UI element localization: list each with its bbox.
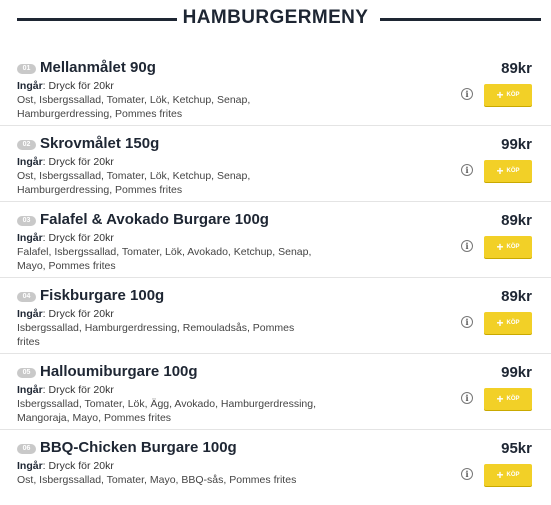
menu-item: 02 Skrovmålet 150g Ingår: Dryck för 20kr… [0, 125, 551, 201]
item-includes: Ingår: Dryck för 20kr [17, 308, 114, 320]
buy-button[interactable]: + KÖP [484, 84, 532, 106]
item-includes: Ingår: Dryck för 20kr [17, 232, 114, 244]
includes-text: : Dryck för 20kr [42, 232, 114, 244]
item-name: Falafel & Avokado Burgare 100g [40, 211, 269, 228]
includes-text: : Dryck för 20kr [42, 80, 114, 92]
buy-button[interactable]: + KÖP [484, 388, 532, 410]
item-includes: Ingår: Dryck för 20kr [17, 460, 114, 472]
buy-button[interactable]: + KÖP [484, 160, 532, 182]
plus-icon: + [496, 468, 504, 482]
buy-label: KÖP [506, 320, 520, 326]
info-icon[interactable]: i [461, 468, 473, 480]
includes-text: : Dryck för 20kr [42, 460, 114, 472]
item-price: 99kr [501, 364, 532, 381]
buy-button[interactable]: + KÖP [484, 464, 532, 486]
item-number-badge: 05 [17, 368, 36, 378]
item-number-badge: 03 [17, 216, 36, 226]
menu-item: 01 Mellanmålet 90g Ingår: Dryck för 20kr… [0, 50, 551, 125]
header-line-right [380, 18, 541, 21]
item-ingredients: Isbergssallad, Hamburgerdressing, Remoul… [17, 322, 295, 348]
item-price: 99kr [501, 136, 532, 153]
plus-icon: + [496, 392, 504, 406]
menu-item: 04 Fiskburgare 100g Ingår: Dryck för 20k… [0, 277, 551, 353]
info-icon[interactable]: i [461, 240, 473, 252]
menu-list: 01 Mellanmålet 90g Ingår: Dryck för 20kr… [0, 50, 551, 505]
item-name: Halloumiburgare 100g [40, 363, 198, 380]
item-price: 89kr [501, 212, 532, 229]
item-price: 89kr [501, 60, 532, 77]
item-ingredients: Ost, Isbergssallad, Tomater, Lök, Ketchu… [17, 94, 251, 120]
plus-icon: + [496, 316, 504, 330]
buy-label: KÖP [506, 92, 520, 98]
item-name: Mellanmålet 90g [40, 59, 156, 76]
item-ingredients: Ost, Isbergssallad, Tomater, Lök, Ketchu… [17, 170, 251, 196]
includes-label: Ingår [17, 232, 43, 244]
item-ingredients: Isbergssallad, Tomater, Lök, Ägg, Avokad… [17, 398, 317, 424]
buy-button[interactable]: + KÖP [484, 312, 532, 334]
info-icon[interactable]: i [461, 392, 473, 404]
item-number-badge: 02 [17, 140, 36, 150]
plus-icon: + [496, 164, 504, 178]
item-name: Fiskburgare 100g [40, 287, 165, 304]
buy-label: KÖP [506, 168, 520, 174]
item-number-badge: 06 [17, 444, 36, 454]
item-number-badge: 01 [17, 64, 36, 74]
includes-label: Ingår [17, 80, 43, 92]
item-includes: Ingår: Dryck för 20kr [17, 384, 114, 396]
menu-item: 05 Halloumiburgare 100g Ingår: Dryck för… [0, 353, 551, 429]
info-icon[interactable]: i [461, 164, 473, 176]
includes-text: : Dryck för 20kr [42, 156, 114, 168]
item-includes: Ingår: Dryck för 20kr [17, 156, 114, 168]
item-ingredients: Falafel, Isbergssallad, Tomater, Lök, Av… [17, 246, 312, 272]
includes-label: Ingår [17, 308, 43, 320]
includes-text: : Dryck för 20kr [42, 308, 114, 320]
item-includes: Ingår: Dryck för 20kr [17, 80, 114, 92]
includes-label: Ingår [17, 460, 43, 472]
info-icon[interactable]: i [461, 316, 473, 328]
plus-icon: + [496, 88, 504, 102]
item-name: BBQ-Chicken Burgare 100g [40, 439, 237, 456]
item-ingredients: Ost, Isbergssallad, Tomater, Mayo, BBQ-s… [17, 474, 297, 486]
buy-button[interactable]: + KÖP [484, 236, 532, 258]
info-icon[interactable]: i [461, 88, 473, 100]
includes-label: Ingår [17, 384, 43, 396]
item-price: 89kr [501, 288, 532, 305]
menu-header: HAMBURGERMENY [0, 0, 551, 42]
plus-icon: + [496, 240, 504, 254]
menu-item: 06 BBQ-Chicken Burgare 100g Ingår: Dryck… [0, 429, 551, 505]
buy-label: KÖP [506, 396, 520, 402]
item-name: Skrovmålet 150g [40, 135, 160, 152]
item-number-badge: 04 [17, 292, 36, 302]
includes-label: Ingår [17, 156, 43, 168]
includes-text: : Dryck för 20kr [42, 384, 114, 396]
item-price: 95kr [501, 440, 532, 457]
buy-label: KÖP [506, 244, 520, 250]
buy-label: KÖP [506, 472, 520, 478]
menu-item: 03 Falafel & Avokado Burgare 100g Ingår:… [0, 201, 551, 277]
